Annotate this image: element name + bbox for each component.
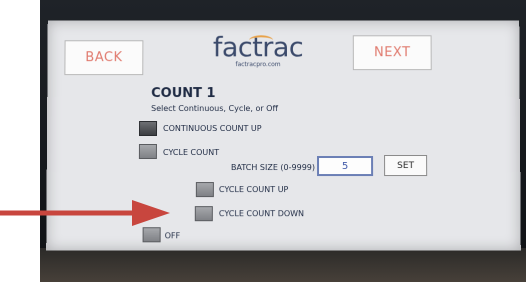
continuous-count-up-label: CONTINUOUS COUNT UP xyxy=(163,124,262,134)
logo-arc-icon xyxy=(249,35,274,46)
cycle-count-down-checkbox[interactable] xyxy=(194,206,213,222)
next-button[interactable]: NEXT xyxy=(352,35,432,71)
back-button[interactable]: BACK xyxy=(64,40,144,76)
page-subtitle: Select Continuous, Cycle, or Off xyxy=(151,104,278,114)
cycle-count-down-label: CYCLE COUNT DOWN xyxy=(218,209,305,219)
red-pointer-arrow-icon xyxy=(0,200,170,226)
cycle-count-up-checkbox[interactable] xyxy=(195,182,214,198)
batch-size-label: BATCH SIZE (0-9999) xyxy=(230,163,316,173)
device-bottom-edge xyxy=(40,248,526,282)
cycle-count-up-label: CYCLE COUNT UP xyxy=(218,185,289,195)
page-title: COUNT 1 xyxy=(151,86,216,102)
cycle-count-checkbox[interactable] xyxy=(138,144,157,160)
factrac-logo: factrac factracpro.com xyxy=(203,32,313,78)
set-button[interactable]: SET xyxy=(384,155,428,177)
off-label: OFF xyxy=(164,231,181,241)
batch-size-input[interactable]: 5 xyxy=(317,156,374,177)
continuous-count-up-checkbox[interactable] xyxy=(138,121,158,136)
cycle-count-label: CYCLE COUNT xyxy=(162,148,220,158)
